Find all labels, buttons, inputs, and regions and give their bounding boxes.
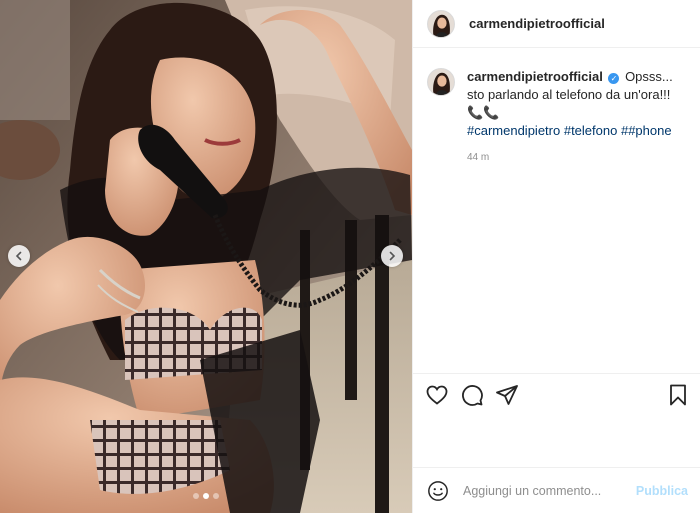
like-button[interactable] xyxy=(425,383,449,407)
comments-area: carmendipietroofficial ✓ Opsss... sto pa… xyxy=(413,48,700,513)
caption-username[interactable]: carmendipietroofficial xyxy=(467,69,603,84)
caption-body: carmendipietroofficial ✓ Opsss... sto pa… xyxy=(467,68,686,140)
carousel-indicator xyxy=(0,493,412,499)
action-bar xyxy=(413,373,700,415)
instagram-post: carmendipietroofficial carmendipietrooff… xyxy=(0,0,700,513)
post-caption: carmendipietroofficial ✓ Opsss... sto pa… xyxy=(427,68,686,140)
carousel-next-button[interactable] xyxy=(381,245,403,267)
chevron-left-icon xyxy=(15,251,22,261)
hashtag-link[interactable]: ##phone xyxy=(621,123,672,138)
publish-button[interactable]: Pubblica xyxy=(636,484,688,498)
heart-icon xyxy=(426,385,448,405)
smiley-icon xyxy=(428,480,448,501)
caption-emoji: 📞📞 xyxy=(467,105,500,120)
post-header: carmendipietroofficial xyxy=(413,0,700,48)
comment-icon xyxy=(462,384,483,406)
post-photo xyxy=(0,0,412,513)
add-comment-bar: Pubblica xyxy=(413,467,700,513)
hashtag-link[interactable]: #telefono xyxy=(564,123,618,138)
hashtag-link[interactable]: #carmendipietro xyxy=(467,123,560,138)
profile-picture xyxy=(428,10,454,37)
share-button[interactable] xyxy=(495,383,519,407)
carousel-dot-active xyxy=(203,493,209,499)
carousel-dot xyxy=(213,493,219,499)
avatar[interactable] xyxy=(427,9,455,38)
paper-plane-icon xyxy=(496,384,518,405)
verified-badge-icon: ✓ xyxy=(608,73,620,84)
save-button[interactable] xyxy=(666,383,690,407)
carousel-prev-button[interactable] xyxy=(8,245,30,267)
chevron-right-icon xyxy=(389,251,396,261)
avatar[interactable] xyxy=(427,68,455,96)
bookmark-icon xyxy=(670,384,686,405)
post-timestamp[interactable]: 44 m xyxy=(467,152,686,163)
comment-button[interactable] xyxy=(460,383,484,407)
post-media[interactable] xyxy=(0,0,412,513)
header-username[interactable]: carmendipietroofficial xyxy=(469,16,605,31)
post-panel: carmendipietroofficial carmendipietrooff… xyxy=(412,0,700,513)
emoji-button[interactable] xyxy=(427,480,449,502)
carousel-dot xyxy=(193,493,199,499)
profile-picture xyxy=(428,69,454,95)
comment-input[interactable] xyxy=(463,483,636,498)
